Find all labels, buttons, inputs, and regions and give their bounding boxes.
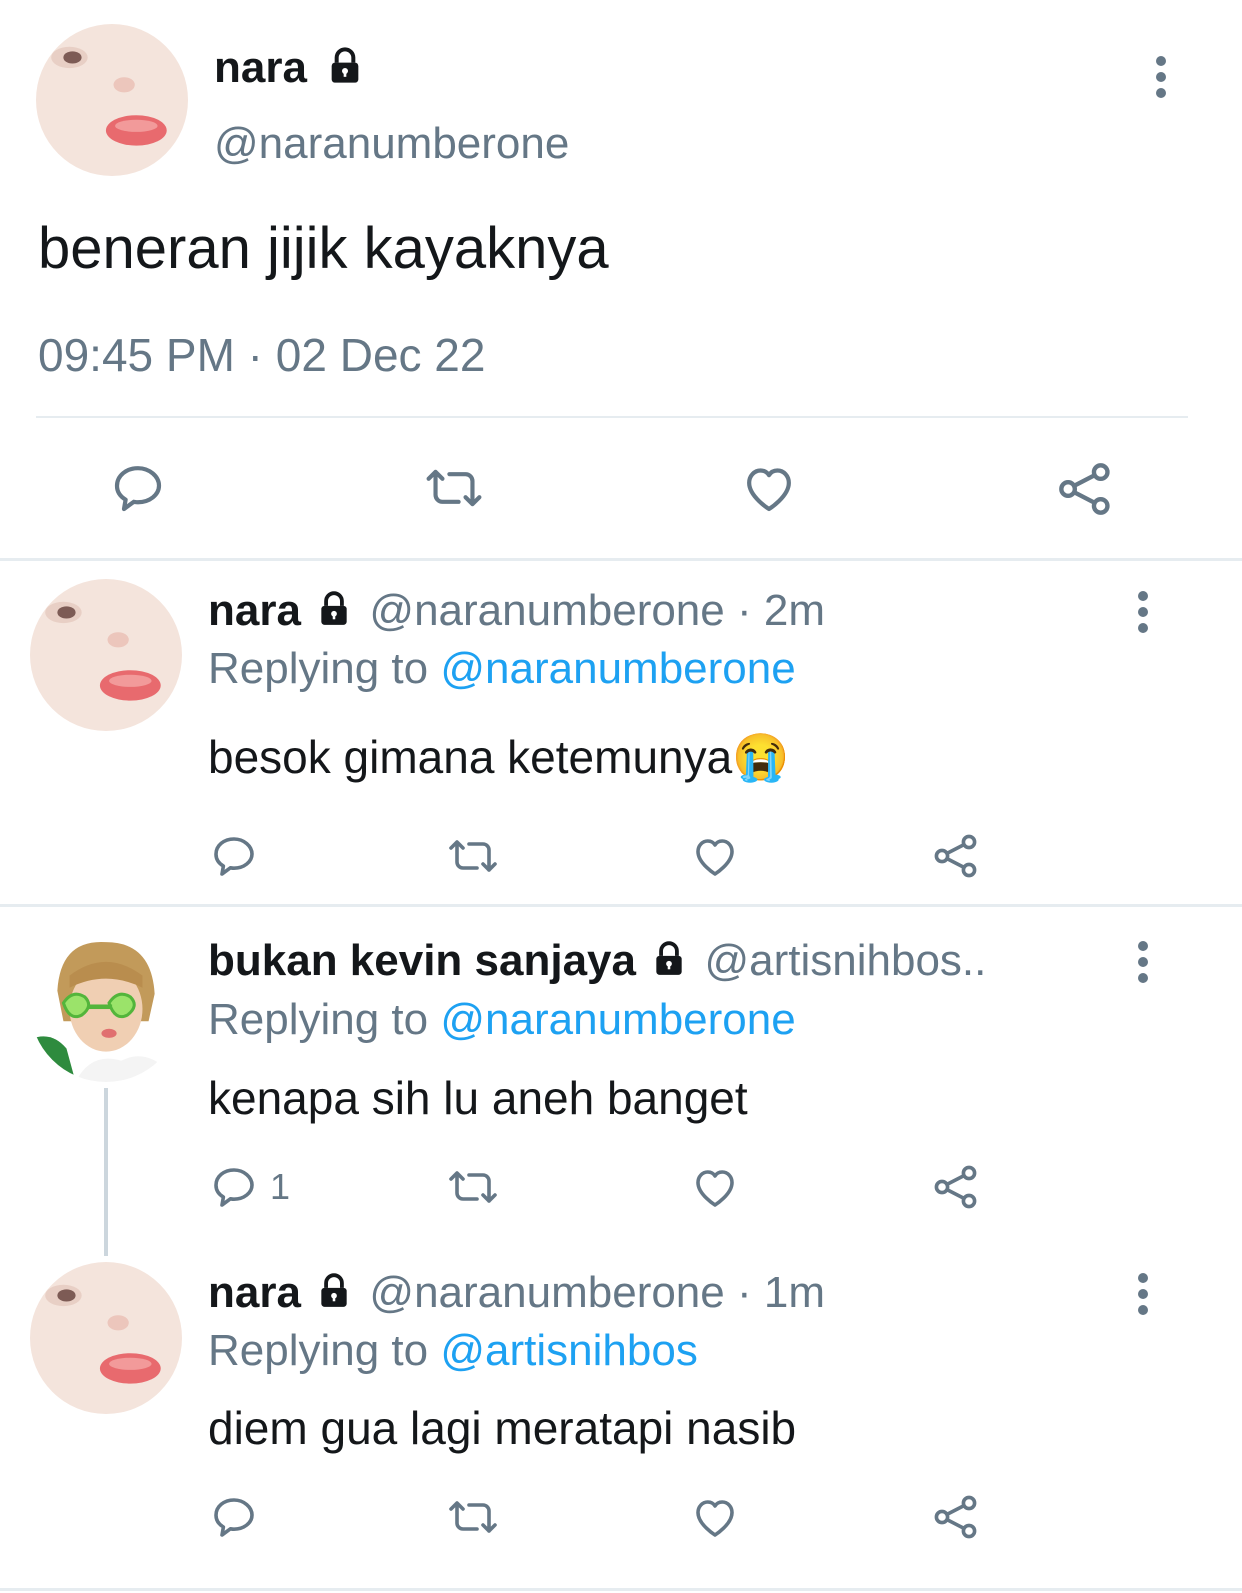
more-options-icon[interactable] (1137, 591, 1149, 639)
share-icon[interactable] (932, 1493, 980, 1541)
main-tweet-text: beneran jijik kayaknya (38, 216, 609, 281)
share-icon[interactable] (932, 1163, 980, 1211)
section-divider (0, 904, 1242, 907)
reply-name[interactable]: nara (208, 586, 301, 635)
reply-avatar[interactable] (30, 930, 182, 1082)
lock-icon (331, 47, 359, 84)
reply-icon[interactable] (110, 460, 166, 516)
like-icon[interactable] (740, 460, 798, 516)
retweet-icon[interactable] (447, 1493, 499, 1541)
replying-to-label: Replying to (208, 644, 429, 693)
more-options-icon[interactable] (1137, 941, 1149, 989)
thread-connector-line (104, 1088, 108, 1256)
like-icon[interactable] (691, 1493, 739, 1541)
main-tweet-divider (36, 416, 1188, 418)
reply-time: · 1m (737, 1268, 825, 1317)
lock-icon (321, 591, 347, 626)
reply-handle[interactable]: @artisnihbos.. (704, 936, 986, 985)
retweet-icon[interactable] (447, 1163, 499, 1211)
user-avatar-icon (36, 24, 188, 176)
reply-icon[interactable] (210, 1163, 258, 1211)
share-icon[interactable] (932, 832, 980, 880)
replying-to-label: Replying to (208, 1326, 429, 1375)
lock-icon (656, 941, 682, 976)
reply-name[interactable]: nara (208, 1268, 301, 1317)
share-icon[interactable] (1056, 460, 1114, 518)
more-options-icon[interactable] (1155, 56, 1167, 104)
like-icon[interactable] (691, 1163, 739, 1211)
replying-to-label: Replying to (208, 995, 429, 1044)
main-tweet-avatar[interactable] (36, 24, 188, 176)
reply-handle[interactable]: @naranumberone (369, 1268, 724, 1317)
reply-text: diem gua lagi meratapi nasib (208, 1402, 797, 1454)
section-divider (0, 558, 1242, 561)
main-tweet-handle[interactable]: @naranumberone (214, 118, 569, 170)
reply-text: kenapa sih lu aneh banget (208, 1072, 748, 1124)
reply-icon[interactable] (210, 1493, 258, 1541)
reply-avatar[interactable] (30, 579, 182, 731)
more-options-icon[interactable] (1137, 1273, 1149, 1321)
user-avatar-icon (30, 1262, 182, 1414)
reply-text: besok gimana ketemunya😭 (208, 731, 790, 783)
replying-to-link[interactable]: @artisnihbos (440, 1326, 697, 1375)
like-icon[interactable] (691, 832, 739, 880)
reply-time: · 2m (737, 586, 825, 635)
reply-name[interactable]: bukan kevin sanjaya (208, 936, 636, 985)
reply-handle[interactable]: @naranumberone (369, 586, 724, 635)
main-tweet-name[interactable]: nara (214, 43, 307, 92)
retweet-icon[interactable] (424, 460, 484, 516)
replying-to-link[interactable]: @naranumberone (440, 644, 795, 693)
main-tweet-timestamp: 09:45 PM · 02 Dec 22 (38, 329, 486, 381)
user-avatar-icon (30, 930, 182, 1082)
reply-avatar[interactable] (30, 1262, 182, 1414)
reply-count: 1 (270, 1166, 291, 1207)
lock-icon (321, 1273, 347, 1308)
replying-to-link[interactable]: @naranumberone (440, 995, 795, 1044)
reply-icon[interactable] (210, 832, 258, 880)
section-divider (0, 1588, 1242, 1591)
retweet-icon[interactable] (447, 832, 499, 880)
user-avatar-icon (30, 579, 182, 731)
